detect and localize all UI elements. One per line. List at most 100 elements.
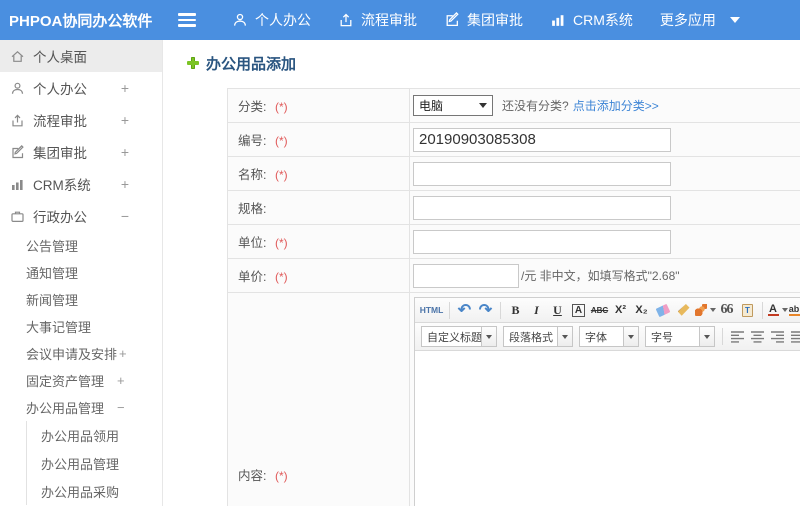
font-size-dropdown[interactable]: 字号 [645, 326, 715, 347]
nav-label: 更多应用 [659, 12, 716, 28]
hamburger-menu-icon[interactable] [178, 13, 196, 27]
paste-button[interactable]: T [738, 300, 758, 320]
rich-text-editor: HTML ↶ ↷ B I U A ABC X² X₂ 66 T A ab 自定义… [414, 297, 800, 506]
top-navigation: 个人办公 流程审批 集团审批 CRM系统 更多应用 [232, 10, 767, 30]
align-right-button[interactable] [768, 327, 787, 347]
font-family-dropdown[interactable]: 字体 [579, 326, 639, 347]
sidebar-item-meeting-mgmt[interactable]: 会议申请及安排 + [0, 340, 162, 367]
required-mark: (*) [274, 270, 288, 284]
expand-toggle[interactable]: + [119, 346, 127, 361]
sidebar-item-supplies-purchase[interactable]: 办公用品采购 [27, 477, 162, 505]
font-color-button[interactable]: A [767, 300, 788, 320]
form-row-code: 编号: (*) [227, 122, 800, 157]
content-label: 内容: [238, 469, 267, 483]
sidebar-item-notice-mgmt[interactable]: 通知管理 [0, 259, 162, 286]
expand-toggle[interactable]: + [121, 80, 129, 96]
sidebar-item-label: 办公用品管理 [41, 456, 120, 472]
italic-button[interactable]: I [527, 300, 547, 320]
unit-label: 单位: [238, 236, 267, 250]
collapse-toggle[interactable]: − [121, 208, 129, 224]
superscript-button[interactable]: X² [611, 300, 631, 320]
category-select[interactable]: 电脑 [413, 95, 493, 116]
sidebar-item-label: 个人办公 [33, 82, 87, 97]
category-label: 分类: [238, 100, 267, 114]
app-logo: PHPOA协同办公软件 [9, 12, 153, 30]
sidebar-item-label: 办公用品管理 [26, 401, 105, 416]
font-border-button[interactable]: A [569, 300, 589, 320]
eraser-icon [655, 303, 670, 317]
sidebar-item-news-mgmt[interactable]: 新闻管理 [0, 286, 162, 313]
underline-button[interactable]: U [548, 300, 568, 320]
expand-toggle[interactable]: + [121, 176, 129, 192]
strikethrough-button[interactable]: ABC [590, 300, 610, 320]
home-icon [10, 49, 26, 64]
sidebar-item-supplies-manage[interactable]: 办公用品管理 [27, 449, 162, 477]
name-input[interactable] [413, 161, 671, 186]
nav-crm-system[interactable]: CRM系统 [550, 10, 633, 30]
sidebar-item-announcement-mgmt[interactable]: 公告管理 [0, 232, 162, 259]
sidebar-item-supplies-receive[interactable]: 办公用品领用 [27, 421, 162, 449]
form-row-spec: 规格: [227, 190, 800, 225]
editor-toolbar-row1: HTML ↶ ↷ B I U A ABC X² X₂ 66 T A ab [415, 298, 800, 323]
subscript-button[interactable]: X₂ [632, 300, 652, 320]
spec-input[interactable] [413, 195, 671, 220]
collapse-toggle[interactable]: − [117, 400, 125, 415]
format-brush-button[interactable] [674, 300, 694, 320]
main-content: 办公用品添加 分类: (*) 电脑 还没有分类? 点击添加分类>> 编号: (*… [163, 40, 800, 506]
sidebar-item-group-approval[interactable]: 集团审批 + [0, 136, 162, 168]
sidebar-item-supplies-mgmt-group[interactable]: 办公用品管理 − [0, 394, 162, 421]
nav-label: 个人办公 [255, 12, 311, 28]
briefcase-icon [10, 209, 26, 224]
align-left-button[interactable] [728, 327, 747, 347]
spec-label: 规格: [238, 202, 267, 216]
unit-input[interactable] [413, 229, 671, 254]
expand-toggle[interactable]: + [121, 112, 129, 128]
share-icon [10, 113, 26, 128]
nav-label: 流程审批 [361, 12, 417, 28]
editor-content[interactable] [415, 351, 800, 506]
custom-title-dropdown[interactable]: 自定义标题 [421, 326, 497, 347]
sidebar-item-events-mgmt[interactable]: 大事记管理 [0, 313, 162, 340]
clipboard-icon: T [742, 303, 753, 317]
toolbar-separator [722, 328, 723, 345]
sidebar-item-desktop[interactable]: 个人桌面 [0, 40, 162, 72]
nav-personal-office[interactable]: 个人办公 [232, 10, 311, 30]
nav-group-approval[interactable]: 集团审批 [444, 10, 523, 30]
code-input[interactable] [413, 127, 671, 152]
sidebar-item-workflow-approval[interactable]: 流程审批 + [0, 104, 162, 136]
bold-button[interactable]: B [506, 300, 526, 320]
eraser-button[interactable] [653, 300, 673, 320]
code-label: 编号: [238, 134, 267, 148]
align-justify-button[interactable] [788, 327, 800, 347]
blockquote-button[interactable]: 66 [717, 300, 737, 320]
paragraph-format-dropdown[interactable]: 段落格式 [503, 326, 573, 347]
bar-chart-icon [550, 12, 566, 28]
form-row-category: 分类: (*) 电脑 还没有分类? 点击添加分类>> [227, 88, 800, 123]
expand-toggle[interactable]: + [121, 144, 129, 160]
page-title-text: 办公用品添加 [206, 55, 297, 73]
nav-workflow-approval[interactable]: 流程审批 [338, 10, 417, 30]
nav-more-apps[interactable]: 更多应用 [660, 10, 740, 30]
sidebar-item-crm[interactable]: CRM系统 + [0, 168, 162, 200]
sidebar-item-personal-office[interactable]: 个人办公 + [0, 72, 162, 104]
source-code-button[interactable]: HTML [419, 300, 445, 320]
add-category-link[interactable]: 点击添加分类>> [573, 97, 659, 114]
highlight-color-button[interactable]: ab [788, 300, 800, 320]
align-center-button[interactable] [748, 327, 767, 347]
price-input[interactable] [413, 263, 519, 288]
form-row-name: 名称: (*) [227, 156, 800, 191]
sidebar-item-admin-office[interactable]: 行政办公 − [0, 200, 162, 232]
user-icon [10, 81, 26, 96]
sidebar-item-asset-mgmt[interactable]: 固定资产管理 + [0, 367, 162, 394]
caret-down-icon [699, 327, 714, 346]
sidebar-item-label: 通知管理 [26, 266, 79, 281]
form-row-unit: 单位: (*) [227, 224, 800, 259]
expand-toggle[interactable]: + [117, 373, 125, 388]
auto-typeset-button[interactable] [694, 300, 716, 320]
required-mark: (*) [274, 168, 288, 182]
undo-button[interactable]: ↶ [455, 300, 475, 320]
sidebar: 个人桌面 个人办公 + 流程审批 + 集团审批 + CRM系统 + 行政办公 −… [0, 40, 163, 506]
form-row-content: 内容: (*) HTML ↶ ↷ B I U A ABC X² X₂ 66 T … [227, 292, 800, 506]
redo-button[interactable]: ↷ [476, 300, 496, 320]
select-caret-icon [479, 103, 487, 108]
